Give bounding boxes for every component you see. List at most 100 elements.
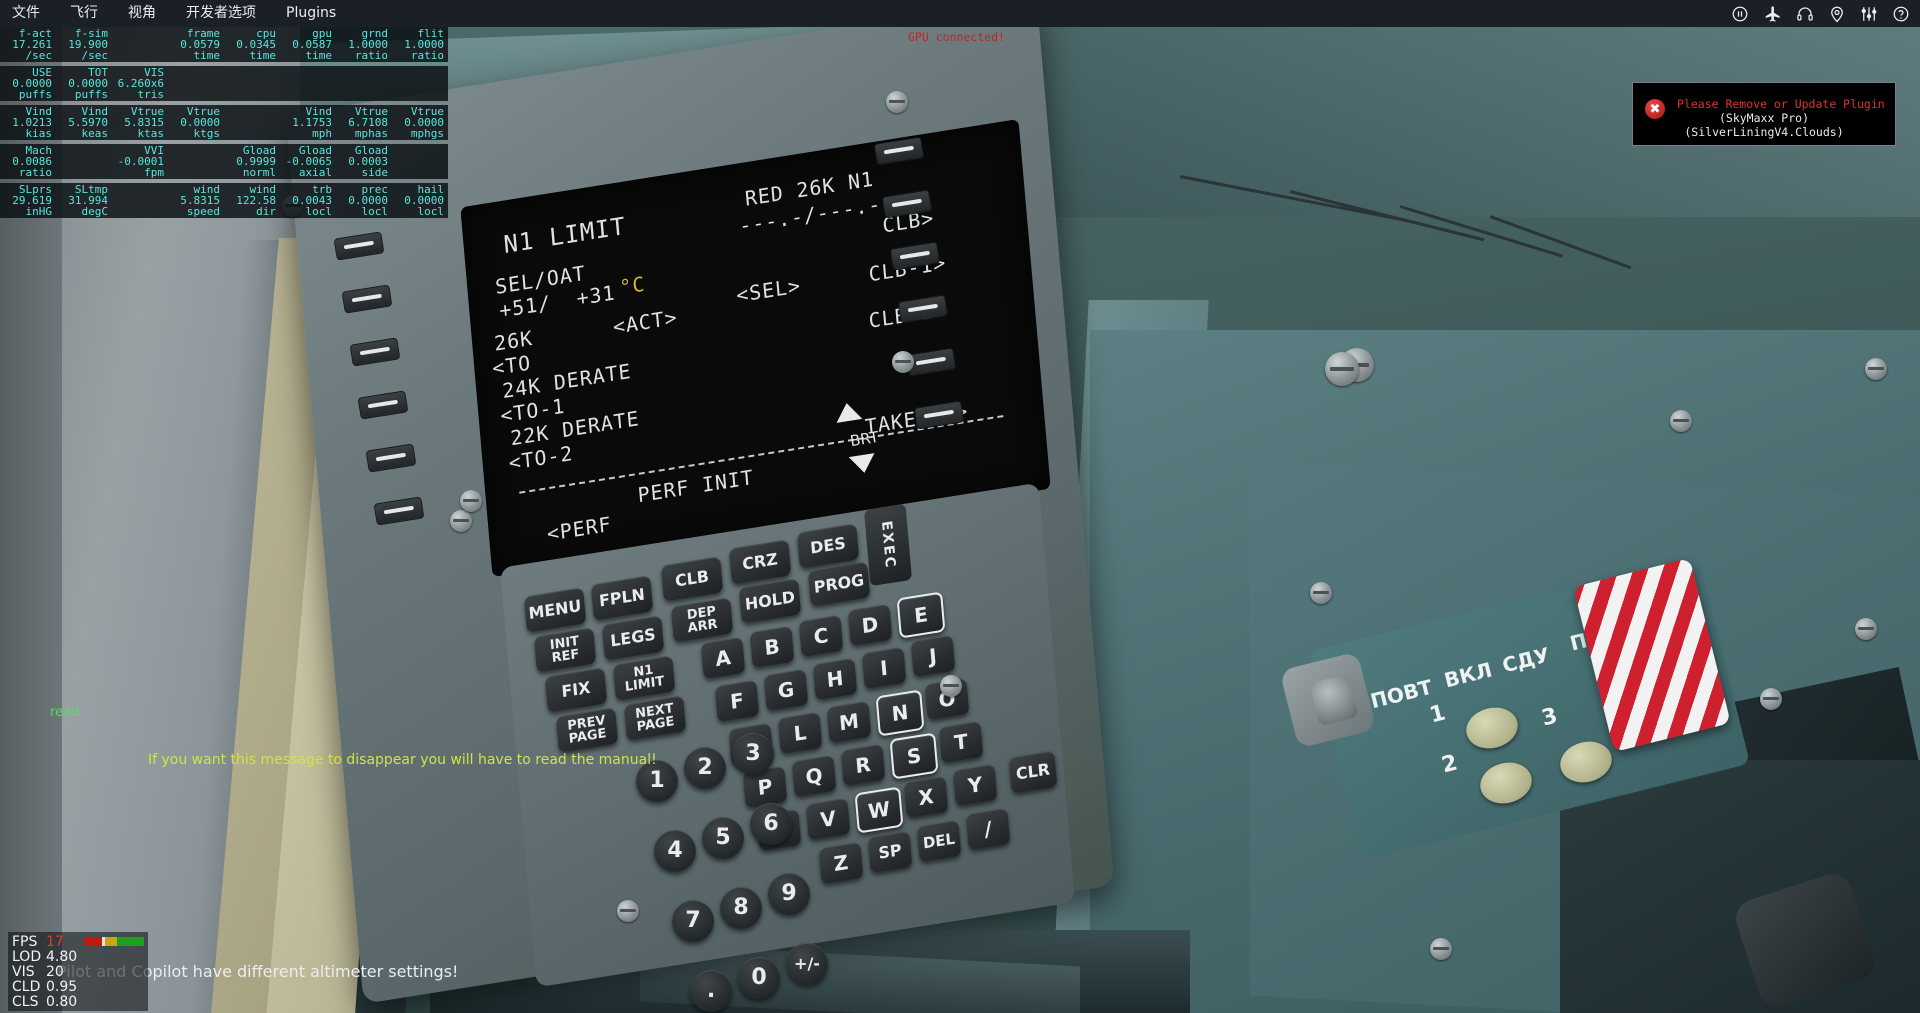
cdu-key-C[interactable]: C (798, 614, 844, 658)
cdu-key-5[interactable]: 5 (702, 817, 744, 859)
cdu-key-7[interactable]: 7 (672, 900, 714, 942)
cdu-key-Z[interactable]: Z (818, 841, 864, 885)
location-pin-icon[interactable] (1828, 5, 1846, 23)
cdu-sel-label[interactable]: <SEL> (735, 273, 802, 307)
dataref-unit: fpm (144, 166, 164, 179)
dataref-unit: ratio (18, 166, 52, 179)
dataref-label (168, 145, 224, 156)
cdu-key-X[interactable]: X (903, 775, 949, 819)
screw-console-6 (1760, 688, 1782, 710)
cdu-key-plusminus[interactable]: +/- (786, 943, 828, 985)
menu-item-plugins[interactable]: Plugins (271, 0, 351, 27)
plugin-warning-dialog[interactable]: ✖ Please Remove or Update Plugin (SkyMax… (1632, 82, 1896, 146)
cdu-oat-unit: °C (618, 271, 647, 300)
dataref-unit (168, 167, 224, 178)
cdu-key-9[interactable]: 9 (768, 873, 810, 915)
cdu-key-del[interactable]: DEL (916, 819, 962, 863)
dataref-unit (56, 167, 112, 178)
dataref-unit (112, 206, 168, 217)
dataref-unit: speed (186, 205, 220, 218)
dataref-block-gload: Mach VVI Gload Gload Gload 0.0086 -0.000… (0, 144, 448, 179)
cdu-key-Y[interactable]: Y (952, 763, 998, 807)
dataref-unit: /sec (81, 49, 109, 62)
menu-item-view[interactable]: 视角 (113, 0, 171, 27)
stat-key: CLS (12, 993, 39, 1010)
dataref-units-row: inHG degC speed dir locl locl locl (0, 206, 448, 217)
cdu-key-G[interactable]: G (763, 668, 809, 712)
dataref-value (224, 117, 280, 128)
cdu-key-H[interactable]: H (812, 657, 858, 701)
dataref-unit: /sec (25, 49, 53, 62)
cdu-key-N[interactable]: N (875, 689, 925, 737)
cdu-row-3-big[interactable]: <PERF (546, 512, 613, 546)
cdu-key-4[interactable]: 4 (654, 830, 696, 872)
cdu-key-dot[interactable]: . (690, 970, 732, 1012)
cdu-key-slash[interactable]: / (965, 807, 1011, 851)
cdu-key-sp[interactable]: SP (867, 830, 913, 874)
cdu-key-R[interactable]: R (840, 743, 886, 787)
dataref-unit: side (361, 166, 389, 179)
cdu-key-A[interactable]: A (700, 636, 746, 680)
cdu-key-0[interactable]: 0 (738, 957, 780, 999)
dataref-unit: locl (417, 205, 445, 218)
menu-item-developer[interactable]: 开发者选项 (171, 0, 271, 27)
help-icon[interactable] (1892, 5, 1910, 23)
headset-icon[interactable] (1796, 5, 1814, 23)
cdu-screw-top-right (886, 91, 908, 113)
dataref-label (56, 145, 112, 156)
dataref-unit: mphgs (410, 127, 444, 140)
cdu-screw-mid-left (450, 510, 472, 532)
dataref-units-row: /sec /sec time time time ratio ratio (0, 50, 448, 61)
read-message: read (50, 705, 80, 720)
aircraft-icon[interactable] (1763, 4, 1782, 23)
stat-value: 0.80 (46, 993, 78, 1010)
dataref-unit: keas (81, 127, 109, 140)
cdu-key-B[interactable]: B (749, 625, 795, 669)
dataref-unit: mphas (354, 127, 388, 140)
cdu-key-T[interactable]: T (938, 720, 984, 764)
cdu-key-E[interactable]: E (896, 591, 946, 639)
pause-icon[interactable] (1731, 5, 1749, 23)
dataref-label (224, 106, 280, 117)
dataref-unit: ratio (410, 49, 444, 62)
dataref-block-clouds: USE TOT VIS 0.0000 0.0000 6.260x6 puffs … (0, 66, 448, 101)
cdu-key-8[interactable]: 8 (720, 887, 762, 929)
dataref-units-row: ratio fpm norml axial side (0, 167, 448, 178)
cdu-key-M[interactable]: M (826, 700, 872, 744)
dataref-unit: tris (137, 88, 165, 101)
cdu-key-F[interactable]: F (714, 679, 760, 723)
cdu-key-clr[interactable]: CLR (1008, 750, 1058, 794)
dataref-unit: ktgs (193, 127, 221, 140)
plugin-warning-line2: (SkyMaxx Pro) (1718, 111, 1809, 125)
cdu-key-D[interactable]: D (847, 603, 893, 647)
menu-item-file[interactable]: 文件 (0, 0, 55, 27)
cdu-act-label[interactable]: <ACT> (612, 305, 679, 339)
sliders-icon[interactable] (1860, 5, 1878, 23)
performance-stats: FPS 17 LOD 4.80 VIS 20 CLD 0.95 CLS 0.80 (8, 932, 148, 1011)
cdu-key-6[interactable]: 6 (750, 803, 792, 845)
cdu-key-3[interactable]: 3 (732, 733, 774, 775)
stat-value: 20 (46, 963, 64, 980)
dataref-unit: norml (242, 166, 276, 179)
russian-control-panel: ПОВТ ВКЛ СДУ ПА 1 2 3 (1279, 554, 1751, 861)
cdu-key-2[interactable]: 2 (684, 747, 726, 789)
cdu-key-V[interactable]: V (805, 797, 851, 841)
cdu-key-I[interactable]: I (861, 646, 907, 690)
cdu-key-J[interactable]: J (910, 634, 956, 678)
dataref-values-row: 0.0000 0.0000 6.260x6 (0, 78, 448, 89)
dataref-labels-row: USE TOT VIS (0, 67, 448, 78)
dataref-unit: kias (25, 127, 53, 140)
screw-console-7 (1865, 358, 1887, 380)
fps-color-bar (84, 937, 144, 946)
cdu-key-Q[interactable]: Q (791, 754, 837, 798)
cdu-key-exec[interactable]: EXEC (863, 503, 913, 587)
plugin-warning-line1: Please Remove or Update Plugin (1677, 97, 1885, 111)
menu-item-flight[interactable]: 飞行 (55, 0, 113, 27)
cdu-key-L[interactable]: L (777, 711, 823, 755)
menu-bar-icons (1731, 0, 1910, 27)
dataref-unit (112, 50, 168, 61)
stat-row-cld: CLD 0.95 (12, 979, 144, 995)
cdu-key-W[interactable]: W (854, 786, 904, 834)
dataref-unit: mph (312, 127, 332, 140)
cdu-key-S[interactable]: S (889, 732, 939, 780)
